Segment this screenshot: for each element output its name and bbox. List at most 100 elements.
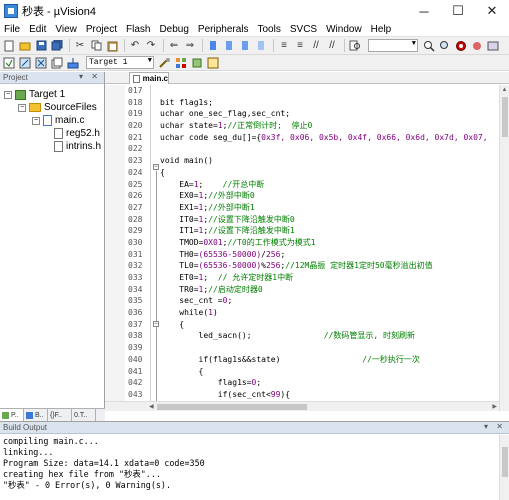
minimize-button[interactable]: ─ <box>407 0 441 22</box>
cut-icon[interactable]: ✂ <box>73 39 87 52</box>
code-number: 256 <box>265 249 281 259</box>
menu-flash[interactable]: Flash <box>126 24 150 35</box>
fold-toggle-icon[interactable]: − <box>153 321 159 327</box>
tree-item-header[interactable]: reg52.h <box>0 127 104 140</box>
build-icon[interactable] <box>18 56 32 69</box>
line-number: 042 <box>128 378 143 388</box>
vertical-scrollbar[interactable]: ▲ <box>499 85 509 411</box>
collapse-toggle-icon[interactable]: − <box>18 103 26 112</box>
toolbar-separator <box>202 39 203 52</box>
code-line: { <box>160 167 499 179</box>
paste-icon[interactable] <box>105 39 119 52</box>
tab-label: main.c <box>142 74 168 83</box>
scrollbar-thumb[interactable] <box>502 447 508 477</box>
chevron-down-icon: ▼ <box>147 57 152 65</box>
undo-icon[interactable]: ↶ <box>128 39 142 52</box>
tree-item-target[interactable]: − Target 1 <box>0 88 104 101</box>
config-icon[interactable] <box>486 39 500 52</box>
prev-bookmark-icon[interactable] <box>222 39 236 52</box>
collapse-toggle-icon[interactable]: − <box>4 90 12 99</box>
next-bookmark-icon[interactable] <box>238 39 252 52</box>
line-number: 020 <box>128 121 143 131</box>
menu-peripherals[interactable]: Peripherals <box>198 24 249 35</box>
save-all-icon[interactable] <box>50 39 64 52</box>
tab-templates[interactable]: 0.T.. <box>72 409 96 421</box>
copy-icon[interactable] <box>89 39 103 52</box>
translate-icon[interactable] <box>2 56 16 69</box>
rebuild-icon[interactable] <box>34 56 48 69</box>
code-text[interactable]: bit flag1s; uchar one_sec_flag,sec_cnt; uc… <box>160 85 499 411</box>
code-line: bit flag1s; <box>160 97 499 109</box>
code-comment: //数码管显示, 时刻刷新 <box>323 331 416 341</box>
scroll-left-icon[interactable]: ◀ <box>149 402 154 411</box>
line-number: 041 <box>128 366 143 376</box>
tab-books[interactable]: B.. <box>24 409 48 421</box>
build-output-title: Build Output <box>3 423 48 432</box>
tree-item-sourcefiles[interactable]: − SourceFiles <box>0 101 104 114</box>
code-token: ; <box>280 249 286 259</box>
toolbar-separator <box>273 39 274 52</box>
collapse-toggle-icon[interactable]: − <box>32 116 40 125</box>
line-number: 024 <box>128 167 143 177</box>
menu-svcs[interactable]: SVCS <box>290 24 317 35</box>
download-icon[interactable] <box>66 56 80 69</box>
code-line: void main() <box>160 155 499 167</box>
vertical-scrollbar[interactable] <box>499 435 509 500</box>
tab-functions[interactable]: {}F.. <box>48 409 72 421</box>
breakpoint-gutter[interactable] <box>105 85 125 411</box>
menu-window[interactable]: Window <box>326 24 362 35</box>
line-number: 039 <box>128 343 143 353</box>
select-packs-icon[interactable] <box>190 56 204 69</box>
navigate-back-icon[interactable]: ⇐ <box>167 39 181 52</box>
maximize-button[interactable]: ☐ <box>441 0 475 22</box>
menu-tools[interactable]: Tools <box>258 24 281 35</box>
horizontal-scrollbar[interactable]: ◀ ▶ <box>105 401 499 411</box>
run-time-environment-icon[interactable] <box>206 56 220 69</box>
redo-icon[interactable]: ↷ <box>144 39 158 52</box>
target-selector[interactable]: Target 1 ▼ <box>86 56 154 69</box>
debug-session-icon[interactable] <box>454 39 468 52</box>
target-options-icon[interactable] <box>158 56 172 69</box>
panel-controls[interactable]: ▾ ✕ <box>484 422 506 431</box>
menu-project[interactable]: Project <box>86 24 117 35</box>
batch-build-icon[interactable] <box>50 56 64 69</box>
navigate-forward-icon[interactable]: ⇒ <box>183 39 197 52</box>
menu-help[interactable]: Help <box>371 24 392 35</box>
tab-project[interactable]: P.. <box>0 409 24 421</box>
find-combobox[interactable]: ▼ <box>368 39 418 52</box>
find-in-files-icon[interactable] <box>348 39 362 52</box>
find-icon[interactable] <box>422 39 436 52</box>
manage-project-icon[interactable] <box>174 56 188 69</box>
code-token: ; <box>198 179 223 189</box>
tree-label: intrins.h <box>66 141 102 152</box>
code-area[interactable]: 017 018 019 020 021 022 023 024 025 026 027 028 029 0… <box>105 85 499 411</box>
menu-file[interactable]: File <box>4 24 20 35</box>
code-token: { <box>160 319 185 329</box>
tree-item-header[interactable]: intrins.h <box>0 140 104 153</box>
scroll-up-icon[interactable]: ▲ <box>500 85 509 95</box>
save-icon[interactable] <box>34 39 48 52</box>
breakpoint-icon[interactable] <box>470 39 484 52</box>
comment-icon[interactable]: // <box>309 39 323 52</box>
open-folder-icon[interactable] <box>18 39 32 52</box>
tree-item-main-c[interactable]: − main.c <box>0 114 104 127</box>
scrollbar-thumb[interactable] <box>502 97 508 137</box>
code-number: 256 <box>265 261 281 271</box>
panel-controls[interactable]: ▾ ✕ <box>79 72 101 81</box>
tab-main-c[interactable]: main.c <box>129 72 169 84</box>
new-file-icon[interactable] <box>2 39 16 52</box>
incremental-find-icon[interactable] <box>438 39 452 52</box>
menu-edit[interactable]: Edit <box>29 24 46 35</box>
tree-label: main.c <box>55 115 85 126</box>
scroll-right-icon[interactable]: ▶ <box>492 402 497 411</box>
uncomment-icon[interactable]: // <box>325 39 339 52</box>
indent-icon[interactable]: ≡ <box>277 39 291 52</box>
scrollbar-thumb[interactable] <box>157 404 307 410</box>
menu-view[interactable]: View <box>55 24 77 35</box>
unindent-icon[interactable]: ≡ <box>293 39 307 52</box>
menu-debug[interactable]: Debug <box>159 24 188 35</box>
close-button[interactable]: ✕ <box>475 0 509 22</box>
fold-toggle-icon[interactable]: − <box>153 164 159 170</box>
clear-bookmarks-icon[interactable] <box>254 39 268 52</box>
bookmark-icon[interactable] <box>206 39 220 52</box>
